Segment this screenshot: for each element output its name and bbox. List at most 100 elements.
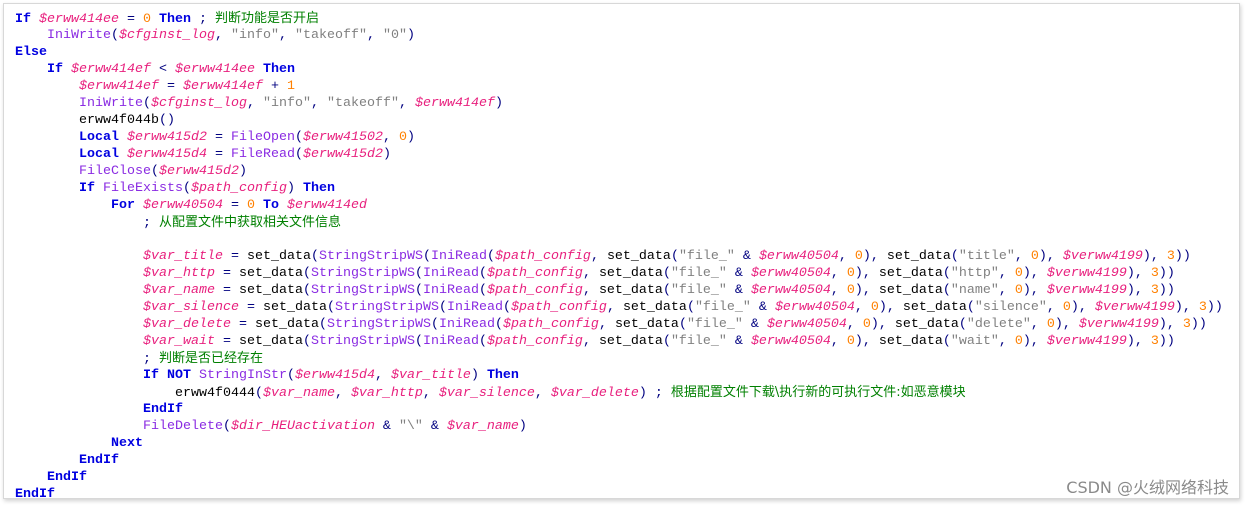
operator: ), — [1022, 334, 1047, 349]
operator: ( — [502, 300, 511, 315]
function-name: StringStripWS — [326, 317, 431, 332]
operator: , — [582, 283, 599, 298]
code-line: If NOT StringInStr($erww415d4, $var_titl… — [15, 367, 1223, 384]
operator: & — [742, 317, 767, 332]
variable: $var_delete — [550, 386, 639, 401]
function-name: StringStripWS — [318, 249, 423, 264]
watermark: CSDN @火绒网络科技 — [1066, 478, 1229, 497]
identifier — [15, 402, 143, 417]
keyword: Local — [79, 130, 119, 145]
operator: ( — [310, 249, 319, 264]
identifier: set_data — [878, 283, 943, 298]
operator: ( — [942, 334, 951, 349]
identifier: erww4f044b — [15, 113, 159, 128]
operator: , — [366, 28, 383, 43]
operator: = — [238, 300, 263, 315]
operator: ), — [862, 249, 887, 264]
keyword: If — [79, 181, 95, 196]
code-line: $var_name = set_data(StringStripWS(IniRe… — [15, 282, 1223, 299]
identifier — [31, 12, 39, 27]
identifier — [15, 419, 143, 434]
function-name: IniWrite — [47, 28, 111, 43]
number-literal: 0 — [1014, 283, 1023, 298]
operator: & — [726, 283, 751, 298]
operator: = — [118, 12, 143, 27]
operator: ( — [150, 164, 159, 179]
identifier: set_data — [878, 266, 943, 281]
operator: , — [382, 130, 399, 145]
operator: ( — [942, 266, 951, 281]
code-line: $var_delete = set_data(StringStripWS(Ini… — [15, 316, 1223, 333]
operator: ( — [950, 249, 959, 264]
variable: $var_name — [262, 386, 335, 401]
code-editor[interactable]: If $erww414ee = 0 Then ; 判断功能是否开启 IniWri… — [15, 10, 1223, 503]
variable: $erww40504 — [758, 249, 839, 264]
code-line: FileClose($erww415d2) — [15, 163, 1223, 180]
code-line: IniWrite($cfginst_log, "info", "takeoff"… — [15, 27, 1223, 44]
operator: ( — [302, 334, 311, 349]
operator: ), — [1126, 283, 1151, 298]
operator: = — [206, 130, 231, 145]
string-literal: "file_" — [670, 266, 727, 281]
variable: $erww414ee — [174, 62, 255, 77]
code-line: $var_http = set_data(StringStripWS(IniRe… — [15, 265, 1223, 282]
operator: ( — [478, 266, 487, 281]
number-literal: 0 — [246, 198, 255, 213]
operator: , — [1014, 249, 1031, 264]
operator: ( — [486, 249, 495, 264]
keyword: Then — [158, 12, 191, 27]
keyword: Next — [110, 436, 143, 451]
identifier — [15, 249, 143, 264]
keyword: EndIf — [79, 453, 119, 468]
variable: $cfginst_log — [151, 96, 247, 111]
function-name: StringStripWS — [310, 283, 415, 298]
operator: ) — [406, 130, 415, 145]
identifier — [255, 62, 263, 77]
code-line: FileDelete($dir_HEUactivation & "\" & $v… — [15, 418, 1223, 435]
operator: ) — [382, 147, 391, 162]
variable: $dir_HEUactivation — [230, 419, 375, 434]
identifier: set_data — [598, 334, 663, 349]
operator: ), — [1174, 300, 1199, 315]
operator: ), — [1142, 249, 1167, 264]
operator: ( — [414, 283, 423, 298]
operator: ( — [294, 130, 303, 145]
identifier — [15, 317, 143, 332]
identifier — [119, 130, 127, 145]
string-literal: "delete" — [966, 317, 1031, 332]
number-literal: 0 — [870, 300, 879, 315]
variable: $erww40504 — [750, 283, 831, 298]
number-literal: 0 — [862, 317, 871, 332]
operator: ( — [670, 249, 679, 264]
operator: + — [262, 79, 287, 94]
identifier — [15, 147, 79, 162]
operator: ) — [406, 28, 415, 43]
operator: = — [230, 317, 255, 332]
string-literal: "name" — [950, 283, 999, 298]
identifier — [15, 266, 143, 281]
string-literal: "file_" — [694, 300, 751, 315]
variable: $erww415d4 — [294, 368, 375, 383]
number-literal: 3 — [1166, 249, 1175, 264]
variable: $var_delete — [142, 317, 231, 332]
operator: ( — [430, 317, 439, 332]
operator: () — [158, 113, 175, 128]
number-literal: 1 — [286, 79, 295, 94]
operator: , — [278, 28, 295, 43]
keyword: Then — [302, 181, 335, 196]
variable: $erww40504 — [750, 266, 831, 281]
variable: $var_title — [390, 368, 471, 383]
number-literal: 0 — [846, 283, 855, 298]
function-name: IniRead — [430, 249, 487, 264]
operator: )) — [1190, 317, 1207, 332]
number-literal: 0 — [1046, 317, 1055, 332]
variable: $cfginst_log — [119, 28, 215, 43]
variable: $verww4199 — [1046, 334, 1127, 349]
keyword: EndIf — [47, 470, 87, 485]
variable: $var_wait — [142, 334, 215, 349]
string-literal: "\" — [398, 419, 423, 434]
string-literal: "takeoff" — [294, 28, 367, 43]
variable: $verww4199 — [1046, 266, 1127, 281]
operator: , — [998, 283, 1015, 298]
identifier — [15, 436, 111, 451]
